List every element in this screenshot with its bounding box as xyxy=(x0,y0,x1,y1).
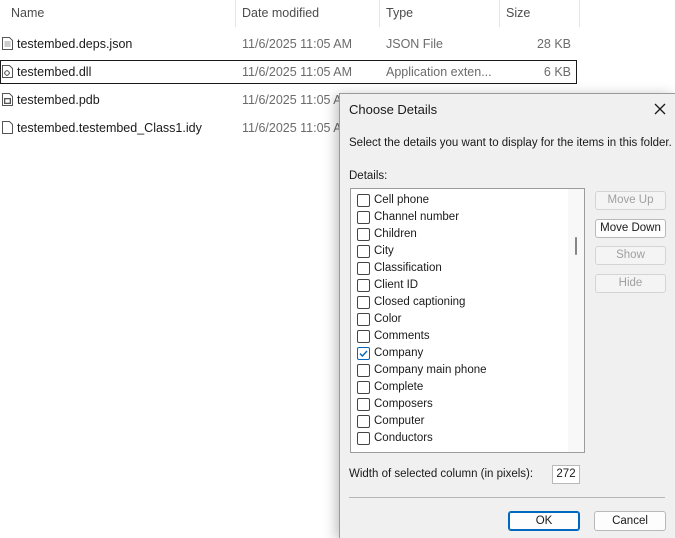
checkbox[interactable] xyxy=(357,296,370,309)
detail-item-label: Channel number xyxy=(374,211,460,223)
file-name: testembed.dll xyxy=(17,65,92,79)
file-date-modified: 11/6/2025 11:05 AM xyxy=(242,121,353,135)
details-label: Details: xyxy=(349,170,388,182)
detail-item-label: Company main phone xyxy=(374,364,487,376)
checkbox[interactable] xyxy=(357,194,370,207)
column-header-name[interactable]: Name xyxy=(5,0,235,27)
column-width-input[interactable]: 272 xyxy=(552,465,580,484)
detail-item[interactable]: City xyxy=(357,243,562,260)
checkbox[interactable] xyxy=(357,245,370,258)
hide-button[interactable]: Hide xyxy=(595,274,666,293)
file-type: JSON File xyxy=(386,37,443,51)
checkbox[interactable] xyxy=(357,398,370,411)
file-date-modified: 11/6/2025 11:05 AM xyxy=(242,93,353,107)
detail-item[interactable]: Company xyxy=(357,345,562,362)
detail-item-label: Comments xyxy=(374,330,430,342)
detail-item[interactable]: Computer xyxy=(357,413,562,430)
pdb-file-icon xyxy=(2,93,13,106)
file-row[interactable]: testembed.deps.json 11/6/2025 11:05 AM J… xyxy=(0,32,577,56)
column-header-type[interactable]: Type xyxy=(380,0,499,27)
json-file-icon xyxy=(2,37,13,50)
column-divider[interactable] xyxy=(579,0,580,27)
detail-item[interactable]: Complete xyxy=(357,379,562,396)
checkbox[interactable] xyxy=(357,432,370,445)
checkbox[interactable] xyxy=(357,262,370,275)
close-icon[interactable] xyxy=(651,100,669,118)
column-header-date-modified[interactable]: Date modified xyxy=(236,0,379,27)
detail-item-label: Composers xyxy=(374,398,433,410)
column-header-row: ^ Name Date modified Type Size xyxy=(0,0,675,27)
file-type: Application exten... xyxy=(386,65,492,79)
checkbox[interactable] xyxy=(357,313,370,326)
detail-item[interactable]: Composers xyxy=(357,396,562,413)
file-name: testembed.deps.json xyxy=(17,37,133,51)
column-header-size[interactable]: Size xyxy=(500,0,579,27)
checkbox[interactable] xyxy=(357,279,370,292)
detail-item[interactable]: Classification xyxy=(357,260,562,277)
detail-item[interactable]: Closed captioning xyxy=(357,294,562,311)
checkbox[interactable] xyxy=(357,415,370,428)
detail-item-label: Client ID xyxy=(374,279,419,291)
cancel-button[interactable]: Cancel xyxy=(594,511,666,531)
detail-item[interactable]: Children xyxy=(357,226,562,243)
checkbox[interactable] xyxy=(357,228,370,241)
checkbox-checked[interactable] xyxy=(357,347,370,360)
dll-file-icon xyxy=(2,65,13,78)
file-size: 28 KB xyxy=(536,37,571,51)
file-row[interactable]: testembed.dll 11/6/2025 11:05 AM Applica… xyxy=(0,60,577,84)
detail-item[interactable]: Client ID xyxy=(357,277,562,294)
file-date-modified: 11/6/2025 11:05 AM xyxy=(242,37,353,51)
detail-item-label: Closed captioning xyxy=(374,296,466,308)
file-date-modified: 11/6/2025 11:05 AM xyxy=(242,65,353,79)
show-button[interactable]: Show xyxy=(595,246,666,265)
scroll-thumb[interactable] xyxy=(575,237,577,255)
detail-item-label: Company xyxy=(374,347,424,359)
detail-item[interactable]: Channel number xyxy=(357,209,562,226)
details-list[interactable]: Cell phone Channel number Children City Clas… xyxy=(350,188,585,453)
move-up-button[interactable]: Move Up xyxy=(595,191,666,210)
choose-details-dialog: Choose Details Select the details you wa… xyxy=(339,93,675,538)
details-scrollbar[interactable] xyxy=(568,189,584,452)
detail-item[interactable]: Cell phone xyxy=(357,192,562,209)
file-name: testembed.pdb xyxy=(17,93,100,107)
detail-item-label: Complete xyxy=(374,381,424,393)
detail-item-label: City xyxy=(374,245,394,257)
checkbox[interactable] xyxy=(357,381,370,394)
file-size: 6 KB xyxy=(543,65,571,79)
dialog-title: Choose Details xyxy=(349,102,438,117)
detail-item-label: Classification xyxy=(374,262,442,274)
detail-item[interactable]: Conductors xyxy=(357,430,562,447)
detail-item[interactable]: Color xyxy=(357,311,562,328)
checkbox[interactable] xyxy=(357,211,370,224)
detail-item[interactable]: Comments xyxy=(357,328,562,345)
detail-item-label: Children xyxy=(374,228,417,240)
detail-item-label: Cell phone xyxy=(374,194,429,206)
file-name: testembed.testembed_Class1.idy xyxy=(17,121,202,135)
move-down-button[interactable]: Move Down xyxy=(595,219,666,238)
dialog-instructions: Select the details you want to display f… xyxy=(349,137,672,149)
generic-file-icon xyxy=(2,121,13,134)
detail-item-label: Computer xyxy=(374,415,425,427)
checkbox[interactable] xyxy=(357,330,370,343)
detail-item-label: Color xyxy=(374,313,402,325)
dialog-divider xyxy=(349,497,665,498)
detail-item-label: Conductors xyxy=(374,432,433,444)
column-width-label: Width of selected column (in pixels): xyxy=(349,468,534,480)
ok-button[interactable]: OK xyxy=(508,511,580,531)
detail-item[interactable]: Company main phone xyxy=(357,362,562,379)
checkbox[interactable] xyxy=(357,364,370,377)
checkmark-icon xyxy=(359,350,368,358)
